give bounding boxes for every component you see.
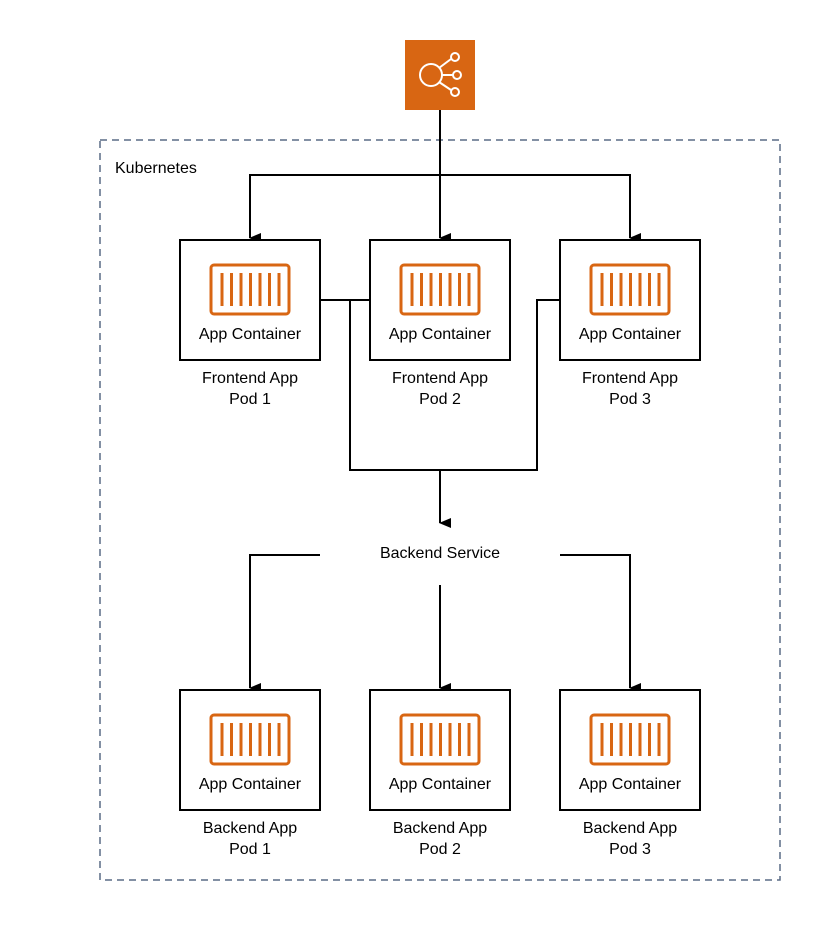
- pod-name: Frontend App: [582, 370, 678, 387]
- backend-pod-2: App Container Backend App Pod 2: [369, 689, 511, 858]
- backend-pod-1: App Container Backend App Pod 1: [179, 689, 321, 858]
- service-to-backend-1: [249, 554, 320, 693]
- container-label: App Container: [579, 326, 682, 343]
- pod-number: Pod 1: [229, 391, 271, 408]
- pod-number: Pod 3: [609, 391, 651, 408]
- frontend-pod-2: App Container Frontend App Pod 2: [369, 239, 511, 408]
- pod-name: Frontend App: [392, 370, 488, 387]
- frontend-pod-1: App Container Frontend App Pod 1: [179, 239, 321, 408]
- container-label: App Container: [389, 776, 492, 793]
- pod-number: Pod 2: [419, 391, 461, 408]
- pod-name: Frontend App: [202, 370, 298, 387]
- load-balancer: [405, 40, 475, 110]
- pod-number: Pod 1: [229, 841, 271, 858]
- pod-number: Pod 2: [419, 841, 461, 858]
- pod-name: Backend App: [393, 820, 487, 837]
- pod-name: Backend App: [583, 820, 677, 837]
- pod-number: Pod 3: [609, 841, 651, 858]
- frontend-pod-3: App Container Frontend App Pod 3: [559, 239, 701, 408]
- pod-name: Backend App: [203, 820, 297, 837]
- cluster-label: Kubernetes: [115, 160, 197, 177]
- service-to-backend-3: [560, 554, 641, 693]
- lb-to-frontend-3: [440, 174, 641, 243]
- container-label: App Container: [199, 326, 302, 343]
- container-label: App Container: [389, 326, 492, 343]
- backend-pod-3: App Container Backend App Pod 3: [559, 689, 701, 858]
- architecture-diagram: Kubernetes Backend Service App Container…: [99, 40, 781, 881]
- lb-to-frontend-1: [249, 174, 440, 243]
- backend-service-label: Backend Service: [380, 545, 500, 562]
- container-label: App Container: [579, 776, 682, 793]
- container-label: App Container: [199, 776, 302, 793]
